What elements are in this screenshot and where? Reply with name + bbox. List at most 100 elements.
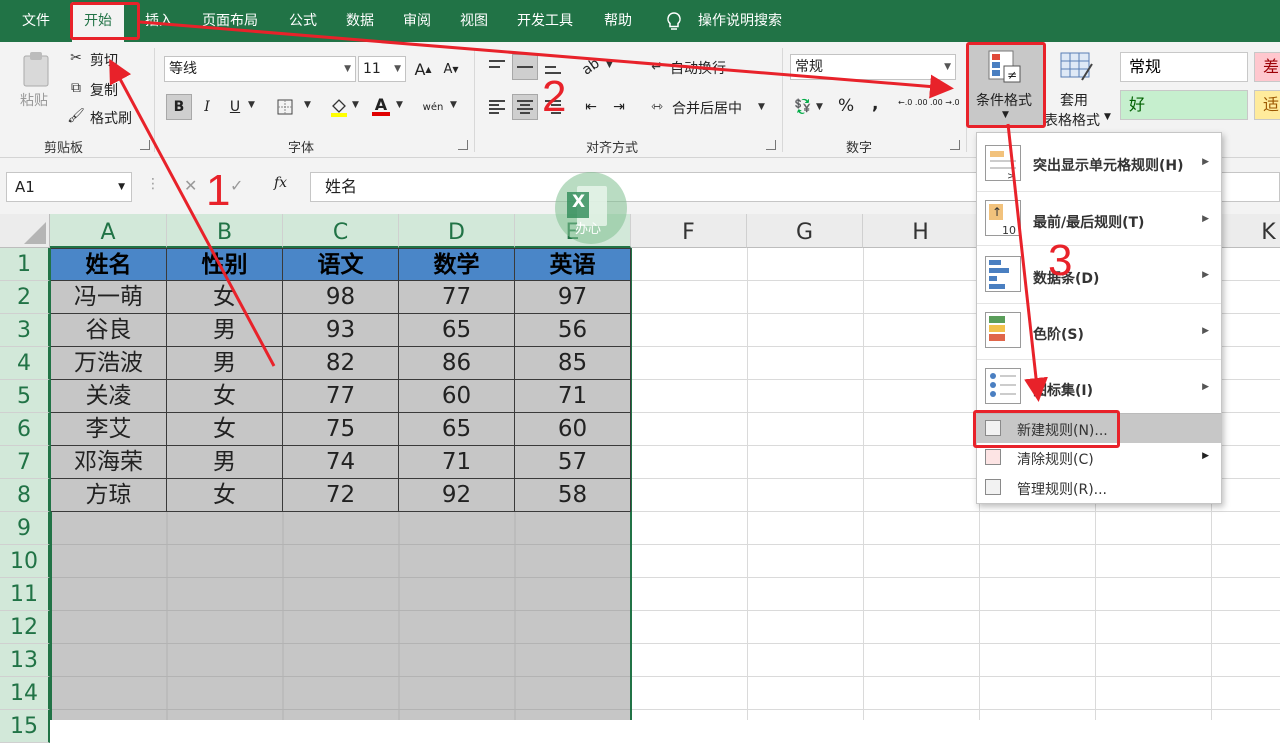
table-cell[interactable]: 男 bbox=[167, 347, 283, 380]
number-launcher-icon[interactable] bbox=[950, 140, 960, 150]
table-cell[interactable]: 女 bbox=[167, 380, 283, 413]
name-box[interactable]: A1 ▼ bbox=[6, 172, 132, 202]
format-painter-button[interactable]: 格式刷 bbox=[90, 108, 132, 128]
decrease-indent-icon[interactable]: ⇤ bbox=[578, 94, 604, 120]
wrap-text-icon[interactable]: ↵ bbox=[648, 58, 666, 76]
paste-icon[interactable] bbox=[20, 50, 52, 90]
copy-button[interactable]: 复制 bbox=[90, 80, 118, 100]
table-cell[interactable]: 关凌 bbox=[51, 380, 167, 413]
cut-button[interactable]: 剪切 bbox=[90, 50, 118, 70]
table-cell[interactable]: 93 bbox=[283, 314, 399, 347]
currency-icon[interactable]: 💱 bbox=[792, 96, 814, 118]
increase-decimal-button[interactable]: ←.0 .00 bbox=[898, 98, 928, 107]
font-name-combo[interactable]: 等线 ▼ bbox=[164, 56, 356, 82]
table-cell[interactable]: 97 bbox=[515, 281, 631, 314]
cell-style-bad[interactable]: 差 bbox=[1254, 52, 1280, 82]
column-header[interactable]: G bbox=[747, 214, 863, 248]
table-cell[interactable]: 86 bbox=[399, 347, 515, 380]
font-size-combo[interactable]: 11 ▼ bbox=[358, 56, 406, 82]
comma-button[interactable]: , bbox=[872, 94, 878, 114]
table-cell[interactable]: 男 bbox=[167, 314, 283, 347]
table-cell[interactable]: 77 bbox=[399, 281, 515, 314]
chevron-down-icon[interactable]: ▼ bbox=[118, 173, 125, 201]
font-color-button[interactable]: A bbox=[368, 94, 394, 120]
percent-button[interactable]: % bbox=[838, 96, 854, 116]
more-options-icon[interactable]: ⋮ bbox=[146, 176, 160, 192]
tab-help[interactable]: 帮助 bbox=[604, 0, 632, 42]
clipboard-launcher-icon[interactable] bbox=[140, 140, 150, 150]
table-cell[interactable]: 58 bbox=[515, 479, 631, 512]
table-cell[interactable]: 谷良 bbox=[51, 314, 167, 347]
table-header-cell[interactable]: 姓名 bbox=[51, 248, 167, 281]
table-cell[interactable]: 60 bbox=[515, 413, 631, 446]
wrap-text-button[interactable]: 自动换行 bbox=[670, 58, 726, 78]
underline-button[interactable]: U bbox=[222, 94, 248, 120]
column-header[interactable]: C bbox=[283, 214, 399, 248]
table-cell[interactable]: 男 bbox=[167, 446, 283, 479]
row-header[interactable]: 2 bbox=[0, 281, 50, 314]
chevron-down-icon[interactable]: ▼ bbox=[606, 60, 613, 70]
table-cell[interactable]: 72 bbox=[283, 479, 399, 512]
column-header[interactable]: B bbox=[167, 214, 283, 248]
format-as-table-label-1[interactable]: 套用 bbox=[1060, 90, 1088, 110]
table-cell[interactable]: 82 bbox=[283, 347, 399, 380]
copy-icon[interactable]: ⧉ bbox=[66, 78, 86, 98]
table-cell[interactable]: 60 bbox=[399, 380, 515, 413]
align-left-button[interactable] bbox=[484, 94, 510, 120]
cell-style-normal[interactable]: 常规 bbox=[1120, 52, 1248, 82]
chevron-down-icon[interactable]: ▼ bbox=[304, 100, 311, 110]
table-cell[interactable]: 万浩波 bbox=[51, 347, 167, 380]
table-cell[interactable]: 92 bbox=[399, 479, 515, 512]
tab-formulas[interactable]: 公式 bbox=[289, 0, 317, 42]
table-cell[interactable]: 98 bbox=[283, 281, 399, 314]
table-cell[interactable]: 65 bbox=[399, 314, 515, 347]
chevron-down-icon[interactable]: ▼ bbox=[1104, 112, 1111, 122]
row-header[interactable]: 7 bbox=[0, 446, 50, 479]
row-header[interactable]: 4 bbox=[0, 347, 50, 380]
tab-view[interactable]: 视图 bbox=[460, 0, 488, 42]
chevron-down-icon[interactable]: ▼ bbox=[352, 100, 359, 110]
row-header[interactable]: 10 bbox=[0, 545, 50, 578]
increase-indent-icon[interactable]: ⇥ bbox=[606, 94, 632, 120]
tab-review[interactable]: 审阅 bbox=[403, 0, 431, 42]
menu-item-highlight-rules[interactable]: > 突出显示单元格规则(H) ▶ bbox=[977, 137, 1221, 189]
table-cell[interactable]: 65 bbox=[399, 413, 515, 446]
select-all-corner[interactable] bbox=[0, 214, 50, 248]
cell-style-neutral[interactable]: 适 bbox=[1254, 90, 1280, 120]
font-launcher-icon[interactable] bbox=[458, 140, 468, 150]
tab-developer[interactable]: 开发工具 bbox=[517, 0, 573, 42]
row-header[interactable]: 8 bbox=[0, 479, 50, 512]
column-header[interactable]: A bbox=[50, 214, 167, 248]
row-header[interactable]: 11 bbox=[0, 578, 50, 611]
row-header[interactable]: 13 bbox=[0, 644, 50, 677]
italic-button[interactable]: I bbox=[194, 94, 220, 120]
menu-item-icon-sets[interactable]: 图标集(I) ▶ bbox=[977, 359, 1221, 413]
row-header[interactable]: 5 bbox=[0, 380, 50, 413]
column-header[interactable]: D bbox=[399, 214, 515, 248]
row-header[interactable]: 6 bbox=[0, 413, 50, 446]
chevron-down-icon[interactable]: ▼ bbox=[758, 102, 765, 112]
orientation-icon[interactable]: ab bbox=[573, 49, 609, 85]
table-cell[interactable]: 71 bbox=[515, 380, 631, 413]
table-cell[interactable]: 女 bbox=[167, 281, 283, 314]
table-header-cell[interactable]: 语文 bbox=[283, 248, 399, 281]
format-as-table-label-2[interactable]: 表格格式 bbox=[1044, 110, 1100, 130]
tab-data[interactable]: 数据 bbox=[346, 0, 374, 42]
table-cell[interactable]: 74 bbox=[283, 446, 399, 479]
chevron-down-icon[interactable]: ▼ bbox=[816, 102, 823, 112]
table-header-cell[interactable]: 英语 bbox=[515, 248, 631, 281]
chevron-down-icon[interactable]: ▼ bbox=[450, 100, 457, 110]
table-cell[interactable]: 女 bbox=[167, 479, 283, 512]
row-header[interactable]: 12 bbox=[0, 611, 50, 644]
format-as-table-icon[interactable] bbox=[1060, 52, 1094, 82]
column-header[interactable]: F bbox=[631, 214, 747, 248]
row-header[interactable]: 14 bbox=[0, 677, 50, 710]
tab-page-layout[interactable]: 页面布局 bbox=[202, 0, 258, 42]
paste-button[interactable]: 粘贴 bbox=[20, 90, 48, 110]
phonetic-button[interactable]: wén bbox=[420, 94, 446, 120]
alignment-launcher-icon[interactable] bbox=[766, 140, 776, 150]
menu-item-data-bars[interactable]: 数据条(D) ▶ bbox=[977, 245, 1221, 301]
table-cell[interactable]: 57 bbox=[515, 446, 631, 479]
table-header-cell[interactable]: 数学 bbox=[399, 248, 515, 281]
tab-file[interactable]: 文件 bbox=[22, 0, 50, 42]
